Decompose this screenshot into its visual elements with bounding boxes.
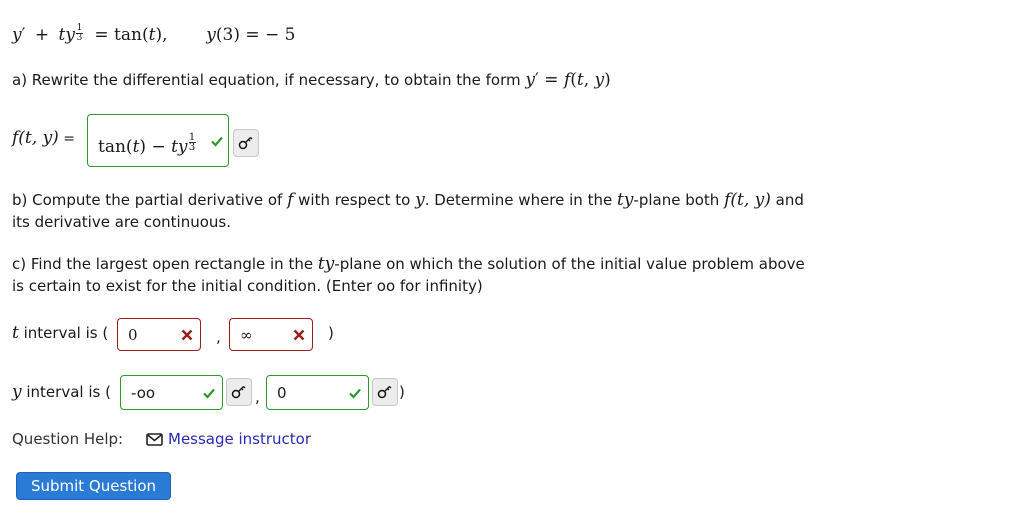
c-ty: ty — [317, 254, 335, 274]
key-icon — [238, 137, 253, 150]
checkmark-icon — [211, 136, 223, 147]
b-y: y — [415, 190, 425, 210]
form-close: ) — [604, 70, 611, 90]
b-text-1: b) Compute the partial derivative of — [12, 191, 288, 209]
form-t: t — [576, 70, 584, 90]
y-interval-comma: , — [255, 388, 260, 406]
f-label: f(t, y) = — [12, 128, 75, 148]
f-answer-input[interactable]: tan(t) − ty 1 3 — [87, 114, 229, 167]
part-b-prompt: b) Compute the partial derivative of f w… — [12, 189, 804, 233]
f-answer-value: tan(t) − ty 1 3 — [98, 131, 196, 157]
ans-exp-num: 1 — [188, 131, 196, 143]
y-interval-label: y interval is ( — [12, 381, 111, 403]
form-y2: y — [594, 70, 605, 90]
ans-ty: ty — [171, 136, 188, 157]
ans-exponent: 13 — [188, 131, 196, 153]
t-label-text: interval is ( — [18, 324, 109, 342]
question-help-label: Question Help: — [12, 430, 124, 448]
checkmark-icon — [203, 388, 215, 399]
y-label-text: interval is ( — [21, 383, 111, 401]
form-eq: = — [538, 70, 564, 90]
t-var: t — [12, 323, 19, 343]
t-interval-comma: , — [216, 328, 221, 346]
t-upper-input[interactable]: ∞ — [229, 318, 313, 351]
f-label-eq: = — [58, 131, 75, 147]
eq-rhs: = tan( — [94, 25, 149, 45]
key-button-f[interactable] — [233, 129, 259, 157]
b-text-4: -plane both — [633, 191, 725, 209]
b-text-5: and — [770, 191, 804, 209]
ic-y: y — [206, 25, 216, 45]
x-mark-icon — [293, 329, 305, 340]
y-interval-close: ) — [399, 383, 405, 401]
t-interval-label: t interval is ( — [12, 322, 108, 344]
part-b-line1: b) Compute the partial derivative of f w… — [12, 189, 804, 211]
t-lower-input[interactable]: 0 — [117, 318, 201, 351]
ans-tan: tan( — [98, 136, 133, 157]
y-var: y — [12, 382, 22, 402]
key-icon — [231, 386, 246, 399]
eq-plus: + — [34, 25, 50, 45]
b-fty: f(t, y) — [724, 190, 771, 210]
message-instructor-label: Message instructor — [168, 430, 312, 448]
exp-den: 3 — [76, 33, 83, 43]
eq-ty: ty — [58, 25, 75, 45]
form-open: ( — [570, 70, 577, 90]
message-instructor-link[interactable]: Message instructor — [146, 428, 311, 450]
f-label-args: (t, y) — [18, 128, 59, 148]
key-button-y-lower[interactable] — [226, 378, 252, 406]
ic-arg: (3) = − 5 — [215, 25, 296, 45]
b-ty: ty — [616, 190, 634, 210]
exp-num: 1 — [76, 23, 83, 33]
problem-equation: y′ + ty 1 3 = tan(t), y(3) = − 5 — [12, 23, 296, 46]
eq-exponent: 13 — [75, 23, 83, 43]
t-lower-value: 0 — [128, 325, 138, 344]
submit-question-button[interactable]: Submit Question — [16, 472, 171, 500]
part-c-line1: c) Find the largest open rectangle in th… — [12, 253, 805, 275]
eq-prime: ′ — [21, 25, 26, 45]
part-a-text: a) Rewrite the differential equation, if… — [12, 71, 521, 89]
y-upper-input[interactable]: 0 — [266, 375, 369, 410]
c-text-2: -plane on which the solution of the init… — [334, 255, 805, 273]
x-mark-icon — [181, 329, 193, 340]
eq-y: y — [12, 25, 22, 45]
form-comma: , — [583, 70, 595, 90]
c-text-1: c) Find the largest open rectangle in th… — [12, 255, 318, 273]
b-text-2: with respect to — [293, 191, 416, 209]
envelope-icon — [146, 432, 163, 446]
y-upper-value: 0 — [277, 383, 287, 402]
part-a-prompt: a) Rewrite the differential equation, if… — [12, 69, 611, 91]
form-y: y — [525, 70, 535, 90]
ans-exp-den: 3 — [188, 141, 196, 153]
y-lower-input[interactable]: -oo — [120, 375, 223, 410]
y-lower-value: -oo — [131, 383, 156, 402]
checkmark-icon — [349, 388, 361, 399]
part-c-prompt: c) Find the largest open rectangle in th… — [12, 253, 805, 297]
eq-rhs-close: ), — [155, 25, 168, 45]
t-upper-value: ∞ — [240, 325, 253, 344]
part-c-line2: is certain to exist for the initial cond… — [12, 277, 483, 295]
ans-minus: ) − — [139, 136, 172, 157]
t-interval-close: ) — [328, 324, 334, 342]
key-button-y-upper[interactable] — [372, 378, 398, 406]
b-text-3: . Determine where in the — [424, 191, 617, 209]
part-b-line2: its derivative are continuous. — [12, 213, 231, 231]
key-icon — [377, 386, 392, 399]
question-help: Question Help: — [12, 428, 123, 450]
